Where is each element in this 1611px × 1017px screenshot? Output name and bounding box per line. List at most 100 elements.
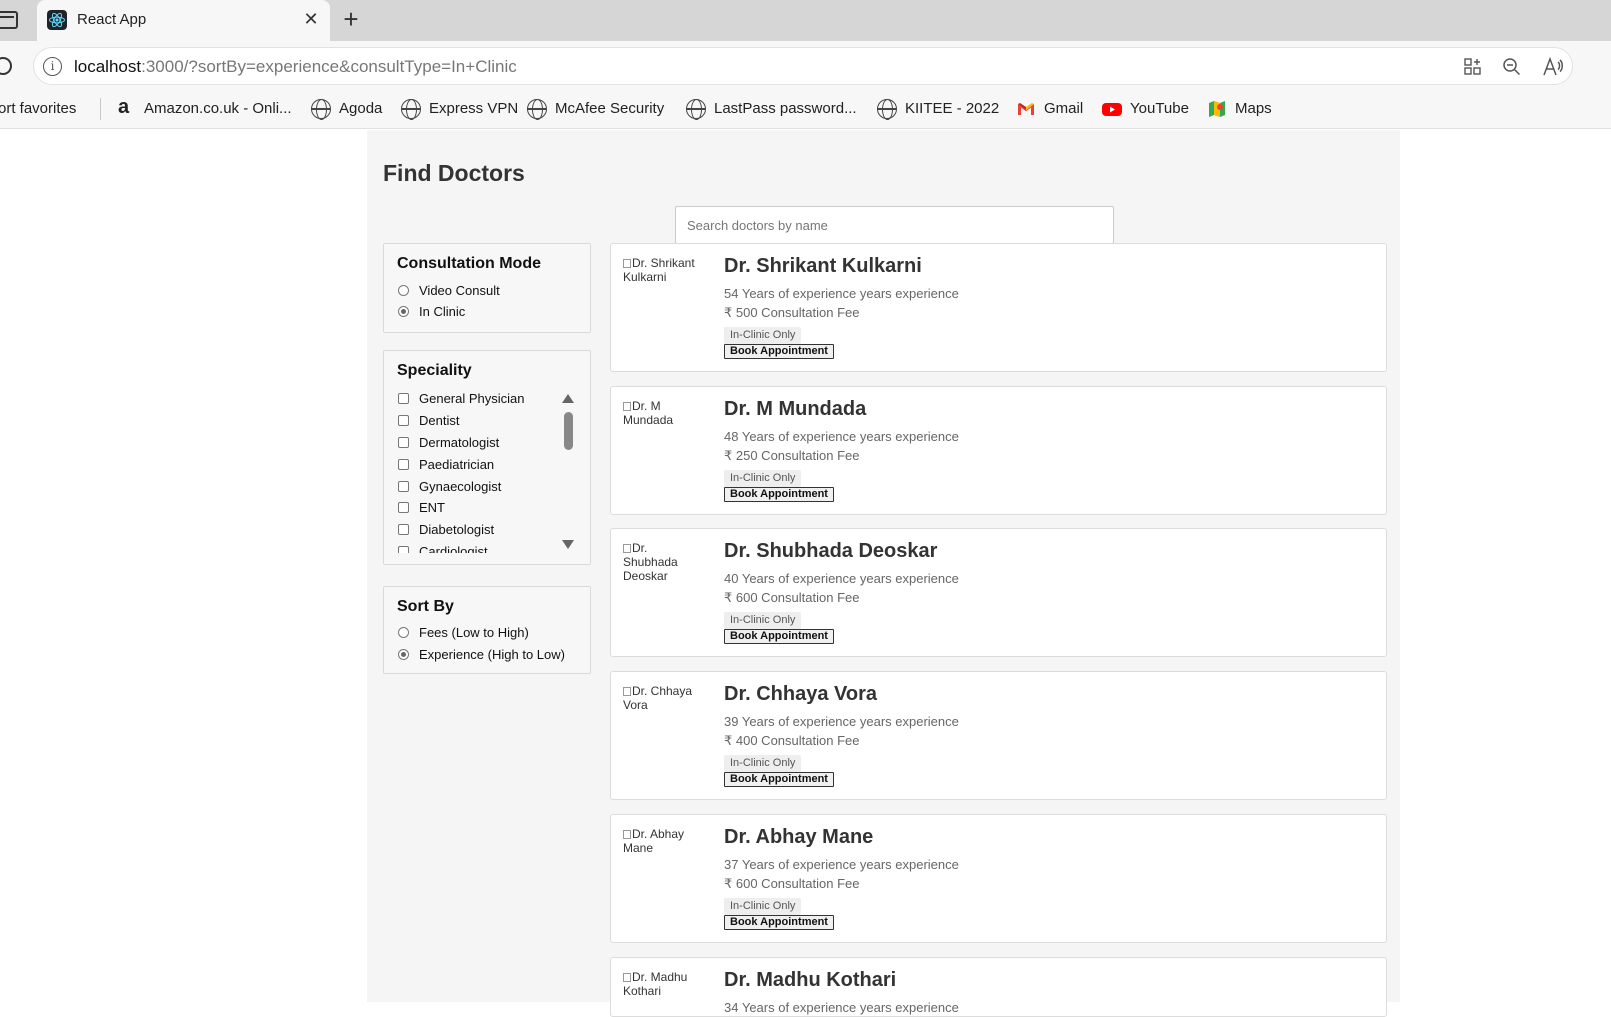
tab-strip: React App ✕ + <box>0 0 1611 41</box>
doctor-fee: ₹ 500 Consultation Fee <box>724 305 860 320</box>
maps-icon <box>1207 99 1227 119</box>
url-text[interactable]: localhost:3000/?sortBy=experience&consul… <box>74 57 517 77</box>
favorites-import-link[interactable]: ort favorites <box>0 99 76 119</box>
doctor-experience: 40 Years of experience years experience <box>724 571 959 586</box>
close-icon[interactable]: ✕ <box>301 9 321 29</box>
app-page: Find Doctors Consultation Mode Video Con… <box>367 130 1400 1017</box>
favorite-agoda[interactable]: Agoda <box>311 99 382 120</box>
doctor-name: Dr. M Mundada <box>724 398 867 420</box>
favorite-kiitee[interactable]: KIITEE - 2022 <box>877 99 999 120</box>
search-input[interactable] <box>675 206 1114 244</box>
gmail-icon <box>1016 99 1036 119</box>
doctor-name: Dr. Chhaya Vora <box>724 683 878 705</box>
sort-experience-option[interactable]: Experience (High to Low) <box>398 647 565 663</box>
amazon-icon: a <box>118 96 130 118</box>
checkbox[interactable] <box>398 437 409 448</box>
doctor-experience: 39 Years of experience years experience <box>724 714 959 729</box>
favorite-lastpass[interactable]: LastPass password... <box>686 99 857 120</box>
book-appointment-button[interactable]: Book Appointment <box>724 915 834 930</box>
checkbox[interactable] <box>398 393 409 404</box>
globe-icon <box>877 99 897 120</box>
react-logo-icon <box>47 10 67 30</box>
favorite-express-vpn[interactable]: Express VPN <box>401 99 518 120</box>
address-bar[interactable]: i localhost:3000/?sortBy=experience&cons… <box>33 47 1573 85</box>
speciality-list[interactable]: General Physician Dentist Dermatologist … <box>384 391 574 553</box>
globe-icon <box>686 99 706 120</box>
doctor-name: Dr. Shrikant Kulkarni <box>724 255 922 277</box>
doctor-photo: Dr. Shrikant Kulkarni <box>623 256 695 284</box>
favorites-separator <box>100 98 101 120</box>
consult-type-badge: In-Clinic Only <box>724 327 802 344</box>
speciality-option[interactable]: Cardiologist <box>398 544 488 553</box>
speciality-option[interactable]: Paediatrician <box>398 457 494 473</box>
filter-title: Sort By <box>397 598 454 615</box>
radio-button-selected[interactable] <box>398 306 409 317</box>
sort-fees-option[interactable]: Fees (Low to High) <box>398 625 529 641</box>
doctor-fee: ₹ 600 Consultation Fee <box>724 590 860 605</box>
doctor-name: Dr. Shubhada Deoskar <box>724 540 938 562</box>
book-appointment-button[interactable]: Book Appointment <box>724 344 834 359</box>
doctor-card: Dr. Chhaya Vora Dr. Chhaya Vora 39 Years … <box>610 671 1387 800</box>
filter-title: Consultation Mode <box>397 255 541 272</box>
consultation-mode-filter: Consultation Mode Video Consult In Clini… <box>383 243 591 333</box>
radio-button-selected[interactable] <box>398 649 409 660</box>
filter-title: Speciality <box>397 362 472 379</box>
doctor-experience: 37 Years of experience years experience <box>724 857 959 872</box>
globe-icon <box>527 99 547 120</box>
speciality-option[interactable]: Gynaecologist <box>398 479 501 495</box>
doctor-photo: Dr. Chhaya Vora <box>623 684 693 712</box>
radio-button[interactable] <box>398 627 409 638</box>
doctor-card: Dr. Abhay Mane Dr. Abhay Mane 37 Years of… <box>610 814 1387 943</box>
doctor-card: Dr. Madhu Kothari Dr. Madhu Kothari 34 Ye… <box>610 957 1387 1017</box>
checkbox[interactable] <box>398 415 409 426</box>
doctor-card: Dr. M Mundada Dr. M Mundada 48 Years of e… <box>610 386 1387 515</box>
speciality-filter: Speciality General Physician Dentist Der… <box>383 350 591 565</box>
doctor-card: Dr. Shubhada Deoskar Dr. Shubhada Deoskar… <box>610 528 1387 657</box>
radio-button[interactable] <box>398 285 409 296</box>
speciality-option[interactable]: General Physician <box>398 391 525 407</box>
doctor-card: Dr. Shrikant Kulkarni Dr. Shrikant Kulkar… <box>610 243 1387 372</box>
checkbox[interactable] <box>398 524 409 535</box>
speciality-option[interactable]: Dentist <box>398 413 459 429</box>
in-clinic-option[interactable]: In Clinic <box>398 304 465 320</box>
globe-icon <box>401 99 421 120</box>
speciality-option[interactable]: Dermatologist <box>398 435 499 451</box>
checkbox[interactable] <box>398 502 409 513</box>
doctor-fee: ₹ 600 Consultation Fee <box>724 876 860 891</box>
speciality-option[interactable]: ENT <box>398 500 445 516</box>
broken-image-icon <box>623 544 631 553</box>
broken-image-icon <box>623 687 631 696</box>
zoom-out-icon[interactable] <box>1502 57 1522 77</box>
favorite-mcafee[interactable]: McAfee Security <box>527 99 664 120</box>
read-aloud-icon[interactable] <box>1542 56 1563 77</box>
book-appointment-button[interactable]: Book Appointment <box>724 772 834 787</box>
favorite-amazon[interactable]: a Amazon.co.uk - Onli... <box>118 96 292 119</box>
reload-icon[interactable] <box>0 57 12 75</box>
favorite-maps[interactable]: Maps <box>1207 99 1272 119</box>
doctor-photo: Dr. M Mundada <box>623 399 674 427</box>
book-appointment-button[interactable]: Book Appointment <box>724 487 834 502</box>
scrollbar-thumb[interactable] <box>564 412 573 450</box>
app-available-icon[interactable] <box>1463 57 1483 77</box>
checkbox[interactable] <box>398 481 409 492</box>
favorites-bar: ort favorites a Amazon.co.uk - Onli... Ag… <box>0 89 1611 129</box>
checkbox[interactable] <box>398 459 409 470</box>
site-info-icon[interactable]: i <box>43 57 62 76</box>
speciality-option[interactable]: Diabetologist <box>398 522 494 538</box>
favorite-gmail[interactable]: Gmail <box>1016 99 1083 119</box>
broken-image-icon <box>623 402 631 411</box>
url-path: :3000/?sortBy=experience&consultType=In+… <box>141 57 517 76</box>
new-tab-icon[interactable]: + <box>339 6 363 32</box>
scroll-up-arrow-icon[interactable] <box>562 394 574 403</box>
doctor-fee: ₹ 400 Consultation Fee <box>724 733 860 748</box>
broken-image-icon <box>623 973 631 982</box>
book-appointment-button[interactable]: Book Appointment <box>724 629 834 644</box>
scroll-down-arrow-icon[interactable] <box>562 540 574 549</box>
favorite-youtube[interactable]: YouTube <box>1102 99 1189 119</box>
sort-by-filter: Sort By Fees (Low to High) Experience (H… <box>383 586 591 674</box>
browser-tab[interactable]: React App ✕ <box>37 0 330 41</box>
checkbox[interactable] <box>398 546 409 553</box>
video-consult-option[interactable]: Video Consult <box>398 283 500 299</box>
sidebar-toggle-icon[interactable] <box>0 11 18 29</box>
url-host: localhost <box>74 57 142 76</box>
